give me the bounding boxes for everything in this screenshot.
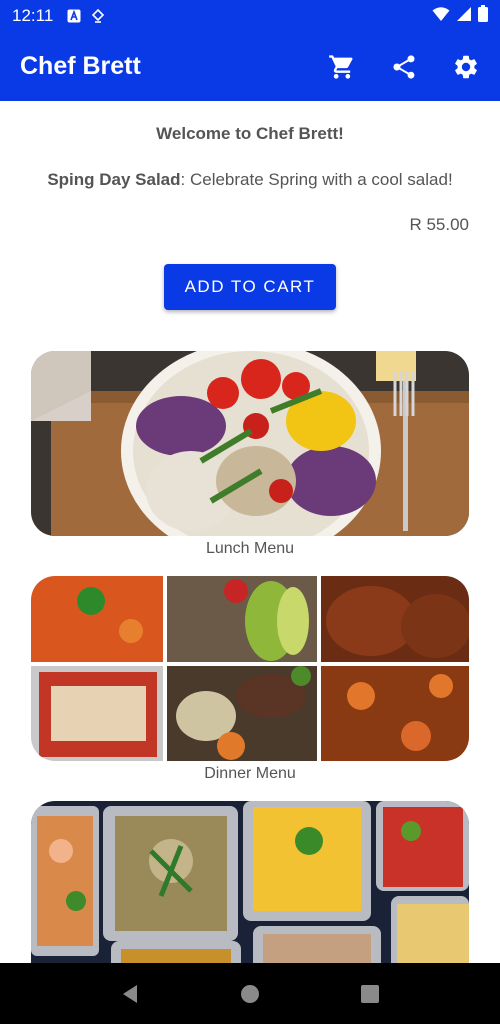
share-icon[interactable] [390,53,418,81]
cell-signal-icon [456,6,472,27]
app-bar: Chef Brett [0,32,500,101]
back-icon[interactable] [115,979,145,1009]
add-to-cart-button[interactable]: ADD TO CART [164,264,336,310]
lunch-menu-label: Lunch Menu [205,540,295,557]
special-description: Sping Day Salad: Celebrate Spring with a… [0,170,500,190]
special-text: : Celebrate Spring with a cool salad! [180,170,453,189]
special-price: R 55.00 [409,215,469,234]
settings-icon[interactable] [452,53,480,81]
dinner-menu-label: Dinner Menu [204,765,296,782]
app-title: Chef Brett [20,52,141,80]
home-icon[interactable] [235,979,265,1009]
dinner-menu-image[interactable] [31,576,469,761]
recents-icon[interactable] [355,979,385,1009]
status-bar: 12:11 [0,0,500,32]
special-name: Sping Day Salad [47,170,181,189]
lunch-menu-image[interactable] [31,351,469,536]
wifi-icon [432,6,450,27]
system-nav-bar [0,963,500,1024]
frozen-meals-image[interactable] [31,801,469,963]
cart-icon[interactable] [328,53,356,81]
status-time: 12:11 [12,6,54,25]
notification-a-icon [67,9,81,23]
welcome-heading: Welcome to Chef Brett! [156,124,344,143]
main-content: Welcome to Chef Brett! Sping Day Salad: … [0,101,500,963]
notification-download-icon [91,9,105,23]
battery-icon [478,5,488,27]
